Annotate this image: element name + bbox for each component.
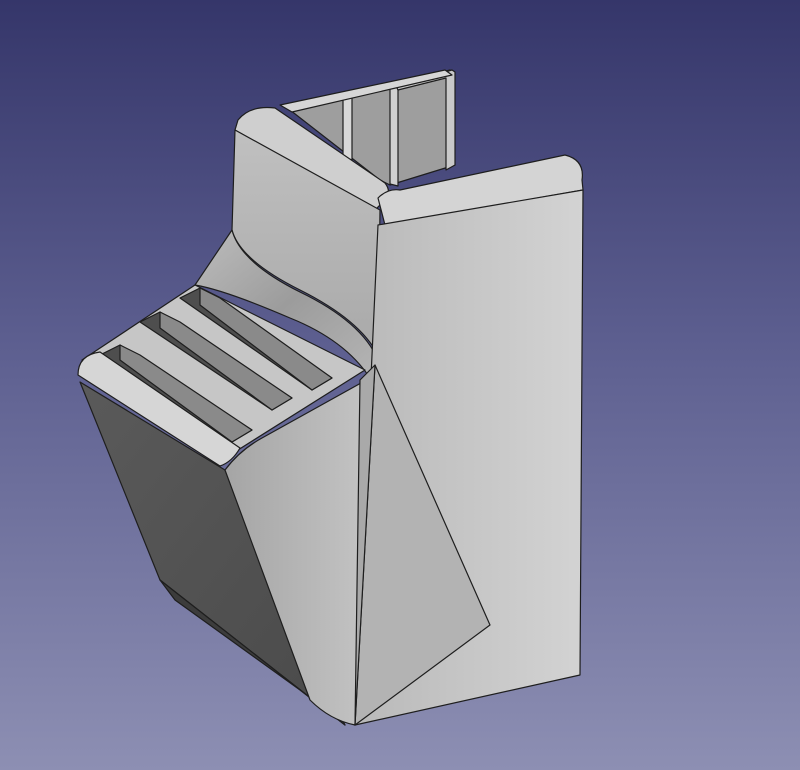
3d-viewport[interactable] — [0, 0, 800, 770]
channel-fin-left — [342, 94, 353, 161]
3d-model-part[interactable] — [0, 0, 800, 770]
channel-fin-mid — [389, 85, 399, 187]
